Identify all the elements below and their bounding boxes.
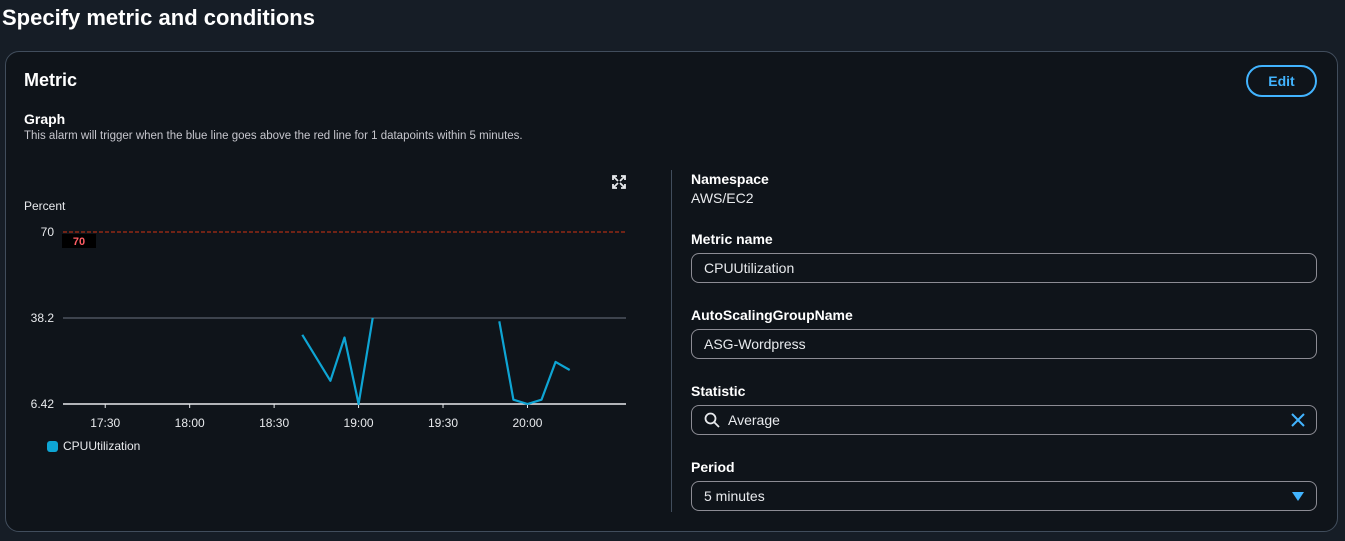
x-tick-label: 19:00 bbox=[344, 416, 374, 430]
x-tick-label: 19:30 bbox=[428, 416, 458, 430]
series-line bbox=[301, 317, 374, 406]
metric-chart: Percent 70 38.2 6.42 70 17:30 18:00 18:30 19:00 1… bbox=[24, 199, 626, 430]
asg-label: AutoScalingGroupName bbox=[691, 307, 853, 323]
legend-label: CPUUtilization bbox=[63, 439, 141, 453]
threshold-label: 70 bbox=[73, 236, 85, 248]
edit-button[interactable]: Edit bbox=[1246, 65, 1317, 97]
statistic-field[interactable]: Average bbox=[691, 405, 1317, 435]
chart-legend: CPUUtilization bbox=[47, 439, 140, 453]
statistic-label: Statistic bbox=[691, 383, 746, 399]
divider bbox=[671, 170, 672, 512]
asg-value: ASG-Wordpress bbox=[704, 336, 806, 352]
x-tick-label: 18:30 bbox=[259, 416, 289, 430]
period-value: 5 minutes bbox=[704, 488, 765, 504]
x-tick-label: 20:00 bbox=[512, 416, 542, 430]
asg-field[interactable]: ASG-Wordpress bbox=[691, 329, 1317, 359]
period-label: Period bbox=[691, 459, 735, 475]
metric-panel: Metric Edit Graph This alarm will trigge… bbox=[5, 51, 1338, 532]
x-tick-label: 17:30 bbox=[90, 416, 120, 430]
metric-name-field[interactable]: CPUUtilization bbox=[691, 253, 1317, 283]
y-axis-label: Percent bbox=[24, 199, 66, 213]
y-tick-label: 6.42 bbox=[31, 397, 55, 411]
series-line bbox=[498, 321, 571, 406]
namespace-label: Namespace bbox=[691, 171, 769, 187]
metric-name-value: CPUUtilization bbox=[704, 260, 795, 276]
y-tick-label: 38.2 bbox=[31, 311, 55, 325]
metric-name-label: Metric name bbox=[691, 231, 773, 247]
legend-swatch bbox=[47, 440, 58, 452]
namespace-value: AWS/EC2 bbox=[691, 190, 754, 206]
x-tick-label: 18:00 bbox=[175, 416, 205, 430]
statistic-value: Average bbox=[728, 412, 780, 428]
search-icon bbox=[704, 412, 720, 428]
close-icon[interactable] bbox=[1290, 412, 1306, 428]
page-title: Specify metric and conditions bbox=[2, 5, 315, 30]
period-select[interactable]: 5 minutes bbox=[691, 481, 1317, 511]
caret-down-icon bbox=[1292, 492, 1304, 501]
y-tick-label: 70 bbox=[41, 225, 55, 239]
